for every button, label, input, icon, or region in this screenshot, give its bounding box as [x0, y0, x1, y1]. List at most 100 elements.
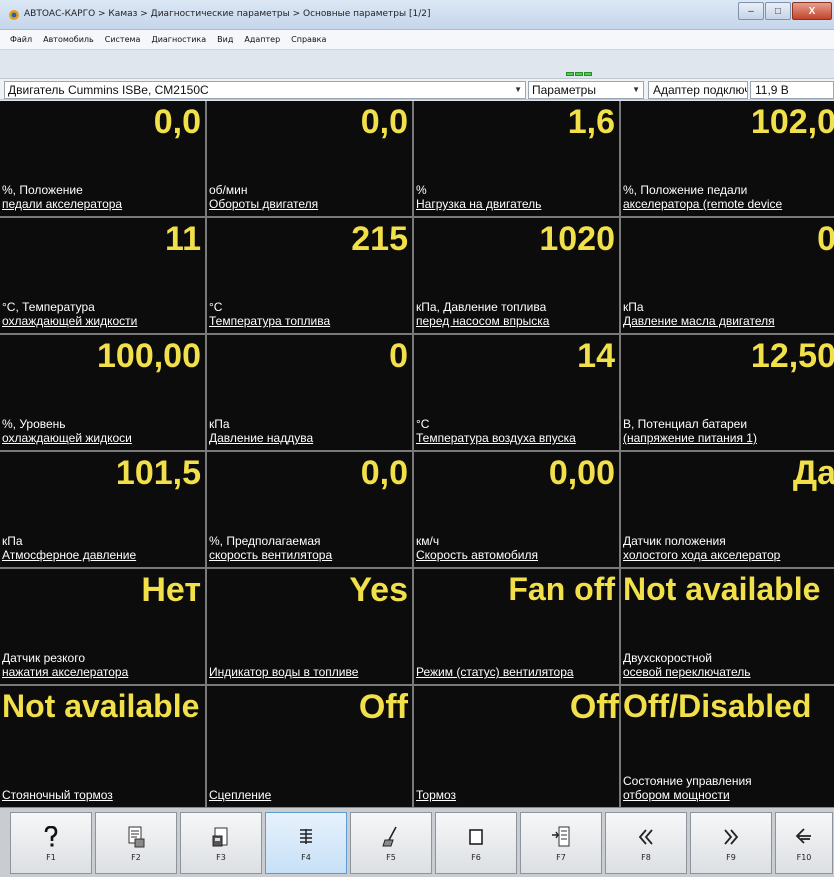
param-value: 215: [351, 220, 408, 258]
param-label: % Нагрузка на двигатель: [416, 183, 619, 211]
param-label-line2: Давление наддува: [209, 431, 314, 445]
param-label-line1: кПа: [623, 300, 644, 314]
param-cell[interactable]: Not available Двухскоростной осевой перек…: [621, 569, 834, 684]
next-page-icon: [720, 825, 742, 849]
param-label-line2: Нагрузка на двигатель: [416, 197, 542, 211]
param-cell[interactable]: Not available Стояночный тормоз: [0, 686, 205, 807]
param-label: %, Положение педали акселератора (remote …: [623, 183, 834, 211]
param-value: 0,0: [153, 103, 201, 141]
close-button[interactable]: X: [792, 2, 832, 20]
engine-select[interactable]: Двигатель Cummins ISBe, CM2150C ▼: [4, 81, 526, 99]
f9-next-page-button[interactable]: F9: [690, 812, 772, 874]
param-label-line1: кПа: [209, 417, 230, 431]
param-value: 100,00: [97, 337, 201, 375]
param-label: Датчик резкого нажатия акселератора: [2, 651, 205, 679]
menu-file[interactable]: Файл: [10, 35, 32, 44]
param-value: Нет: [141, 571, 201, 609]
param-value: 101,5: [115, 454, 201, 492]
f6-window-button[interactable]: F6: [435, 812, 517, 874]
fkey-label: F9: [726, 852, 736, 862]
window-icon: [465, 825, 487, 849]
param-cell[interactable]: Off Тормоз: [414, 686, 619, 807]
param-label-line2: осевой переключатель: [623, 665, 751, 679]
param-cell[interactable]: 101,5 кПа Атмосферное давление: [0, 452, 205, 567]
minimize-button[interactable]: –: [738, 2, 764, 20]
param-value: 0: [817, 220, 834, 258]
maximize-button[interactable]: □: [765, 2, 791, 20]
chevron-down-icon: ▼: [514, 85, 522, 94]
fkey-label: F2: [131, 852, 141, 862]
param-cell[interactable]: 0,0 %, Положение педали акселератора: [0, 101, 205, 216]
param-label: Стояночный тормоз: [2, 788, 205, 802]
param-label-line2: Температура топлива: [209, 314, 331, 328]
param-label-line1: %, Положение: [2, 183, 83, 197]
param-label-line1: °С: [416, 417, 430, 431]
param-label: Режим (статус) вентилятора: [416, 665, 619, 679]
param-label: Датчик положения холостого хода акселерат…: [623, 534, 834, 562]
param-cell[interactable]: Yes Индикатор воды в топливе: [207, 569, 412, 684]
param-cell[interactable]: 0 кПа Давление масла двигателя: [621, 218, 834, 333]
param-label-line1: %, Уровень: [2, 417, 66, 431]
param-label: Сцепление: [209, 788, 412, 802]
chevron-down-icon: ▼: [632, 85, 640, 94]
param-cell[interactable]: Fan off Режим (статус) вентилятора: [414, 569, 619, 684]
menu-view[interactable]: Вид: [217, 35, 233, 44]
param-cell[interactable]: 0 кПа Давление наддува: [207, 335, 412, 450]
param-cell[interactable]: Off/Disabled Состояние управления отбором…: [621, 686, 834, 807]
param-cell[interactable]: 215 °С Температура топлива: [207, 218, 412, 333]
f10-exit-button[interactable]: F10: [775, 812, 833, 874]
menu-diagnostics[interactable]: Диагностика: [151, 35, 206, 44]
param-value: Да: [792, 454, 834, 492]
mode-select-value: Параметры: [532, 83, 596, 97]
param-cell[interactable]: 100,00 %, Уровень охлаждающей жидкоси: [0, 335, 205, 450]
param-cell[interactable]: 0,0 об/мин Обороты двигателя: [207, 101, 412, 216]
param-label-line2: Тормоз: [416, 788, 457, 802]
param-label-line2: Сцепление: [209, 788, 272, 802]
param-label-line2: охлаждающей жидкоси: [2, 431, 132, 445]
window-controls: – □ X: [737, 2, 832, 22]
param-label-line1: °С: [209, 300, 223, 314]
param-value: 12,50: [750, 337, 834, 375]
param-cell[interactable]: 0,0 %, Предполагаемая скорость вентилятор…: [207, 452, 412, 567]
param-value: 0: [389, 337, 408, 375]
param-cell[interactable]: 1,6 % Нагрузка на двигатель: [414, 101, 619, 216]
f2-report-button[interactable]: F2: [95, 812, 177, 874]
fkey-label: F6: [471, 852, 481, 862]
param-value: Not available: [623, 571, 821, 607]
menu-vehicle[interactable]: Автомобиль: [43, 35, 94, 44]
menu-help[interactable]: Справка: [291, 35, 326, 44]
param-label: %, Предполагаемая скорость вентилятора: [209, 534, 412, 562]
f4-list-button[interactable]: F4: [265, 812, 347, 874]
menu-adapter[interactable]: Адаптер: [244, 35, 280, 44]
param-value: 11: [165, 220, 201, 258]
param-label-line2: Обороты двигателя: [209, 197, 319, 211]
param-label: %, Уровень охлаждающей жидкоси: [2, 417, 205, 445]
f5-clear-button[interactable]: F5: [350, 812, 432, 874]
f1-help-button[interactable]: F1: [10, 812, 92, 874]
param-cell[interactable]: 102,0 %, Положение педали акселератора (r…: [621, 101, 834, 216]
param-label-line1: кПа: [2, 534, 23, 548]
f3-save-button[interactable]: F3: [180, 812, 262, 874]
param-cell[interactable]: 12,50 В, Потенциал батареи (напряжение пи…: [621, 335, 834, 450]
param-value: Yes: [349, 571, 408, 609]
param-label: Состояние управления отбором мощности: [623, 774, 834, 802]
param-cell[interactable]: Нет Датчик резкого нажатия акселератора: [0, 569, 205, 684]
param-label-line1: %, Положение педали: [623, 183, 748, 197]
param-value: 0,0: [360, 454, 408, 492]
f7-record-button[interactable]: F7: [520, 812, 602, 874]
mode-select[interactable]: Параметры ▼: [528, 81, 644, 99]
param-cell[interactable]: Off Сцепление: [207, 686, 412, 807]
fkey-label: F8: [641, 852, 651, 862]
param-cell[interactable]: 11 °С, Температура охлаждающей жидкости: [0, 218, 205, 333]
engine-select-value: Двигатель Cummins ISBe, CM2150C: [8, 83, 209, 97]
param-cell[interactable]: 0,00 км/ч Скорость автомобиля: [414, 452, 619, 567]
param-cell[interactable]: 1020 кПа, Давление топлива перед насосом …: [414, 218, 619, 333]
param-cell[interactable]: Да Датчик положения холостого хода акселе…: [621, 452, 834, 567]
fkey-label: F1: [46, 852, 56, 862]
title-bar: АВТОАС-КАРГО > Камаз > Диагностические п…: [0, 0, 834, 30]
param-label-line1: км/ч: [416, 534, 440, 548]
menu-system[interactable]: Система: [105, 35, 141, 44]
f8-prev-page-button[interactable]: F8: [605, 812, 687, 874]
param-cell[interactable]: 14 °С Температура воздуха впуска: [414, 335, 619, 450]
param-label: Тормоз: [416, 788, 619, 802]
